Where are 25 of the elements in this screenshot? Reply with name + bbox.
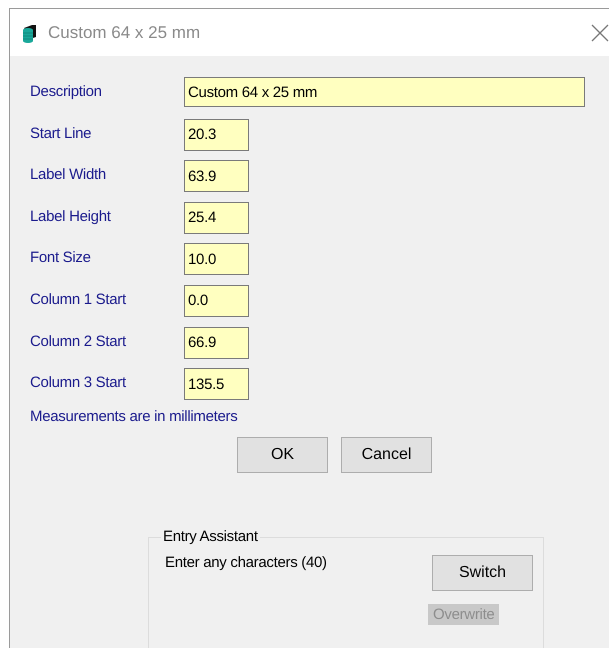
dialog-button[interactable]: OK: [237, 436, 328, 473]
input-field[interactable]: 20.3: [184, 118, 249, 151]
hint-text: Enter any characters (40): [165, 554, 327, 571]
field-label: Label Height: [30, 206, 112, 225]
close-icon[interactable]: [591, 24, 609, 42]
input-field[interactable]: 66.9: [184, 326, 249, 359]
units-note: Measurements are in millimeters: [30, 408, 238, 425]
field-label: Start Line: [30, 124, 92, 142]
group-title: Entry Assistant: [161, 528, 260, 545]
field-label: Column 3 Start: [30, 373, 127, 392]
app-icon: [22, 22, 38, 42]
input-field[interactable]: 25.4: [184, 202, 249, 234]
input-field[interactable]: Custom 64 x 25 mm: [184, 77, 585, 107]
switch-button[interactable]: Switch: [432, 554, 533, 591]
field-label: Label Width: [30, 165, 107, 184]
input-field[interactable]: 135.5: [184, 368, 249, 400]
input-field[interactable]: 63.9: [184, 160, 249, 192]
input-field[interactable]: 0.0: [184, 284, 249, 317]
window-title: Custom 64 x 25 mm: [48, 22, 200, 42]
input-field[interactable]: 10.0: [184, 243, 249, 276]
field-label: Column 1 Start: [30, 290, 127, 308]
field-label: Font Size: [30, 248, 92, 266]
dialog-button[interactable]: Cancel: [341, 436, 432, 473]
field-label: Description: [30, 82, 103, 100]
field-label: Column 2 Start: [30, 332, 127, 350]
